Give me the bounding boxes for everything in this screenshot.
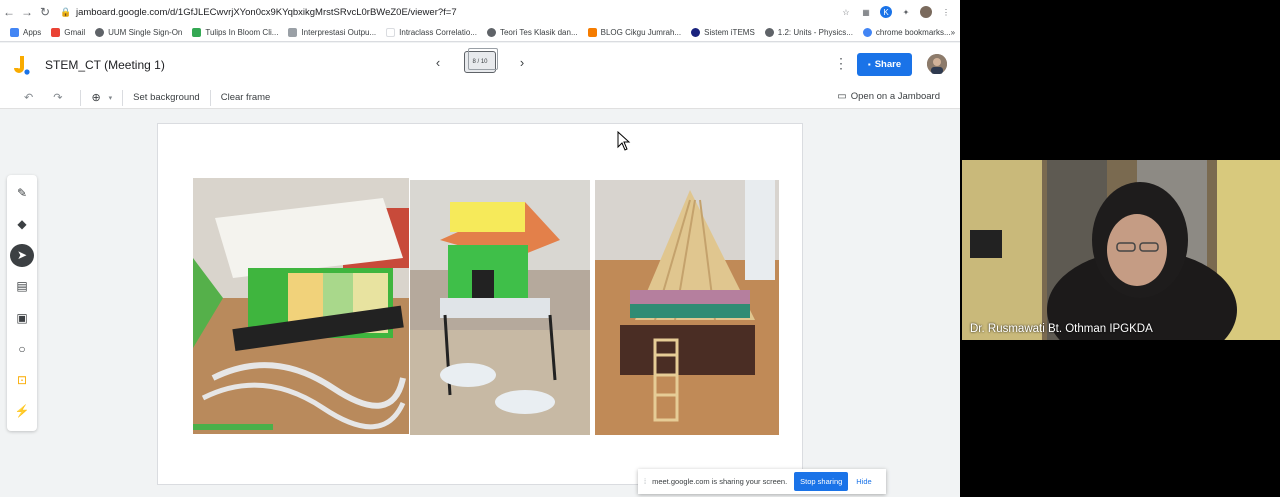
zoom-icon[interactable]: ⊕	[91, 91, 100, 104]
laser-icon[interactable]: ⚡	[10, 400, 34, 423]
jamboard-header: STEM_CT (Meeting 1) ‹ 8 / 10 › ⋮ ▪ Share	[0, 43, 960, 87]
toolbar-divider	[80, 89, 82, 106]
extension-grid-icon[interactable]: ▦	[860, 6, 872, 18]
image-icon[interactable]: ▣	[10, 306, 34, 329]
participant-video	[962, 160, 1280, 340]
stop-sharing-button[interactable]: Stop sharing	[794, 472, 849, 491]
profile-icon[interactable]	[920, 6, 932, 18]
tulips-icon	[192, 28, 202, 37]
extension-k-icon[interactable]: K	[880, 6, 892, 18]
url-text: jamboard.google.com/d/1GfJLECwvrjXYon0cx…	[76, 6, 457, 18]
bookmark-apps[interactable]: Apps	[10, 28, 41, 37]
share-button[interactable]: ▪ Share	[857, 53, 912, 76]
bookmark-blog[interactable]: BLOG Cikgu Jumrah...	[587, 28, 681, 37]
frame-counter: 8 / 10	[472, 59, 488, 65]
participant-video-tile[interactable]: Dr. Rusmawati Bt. Othman IPGKDA	[962, 160, 1280, 340]
eraser-icon[interactable]: ◆	[10, 212, 34, 235]
more-options-icon[interactable]: ⋮	[834, 55, 848, 72]
text-box-icon[interactable]: ⊡	[10, 369, 34, 392]
photo-house-model-2[interactable]	[410, 180, 590, 435]
undo-icon[interactable]: ↶	[24, 91, 33, 104]
bookmark-items[interactable]: Sistem iTEMS	[691, 28, 755, 37]
bookmark-chrome[interactable]: chrome bookmarks...	[862, 28, 951, 37]
clear-frame-button[interactable]: Clear frame	[221, 92, 271, 103]
cast-screen-icon: ▭	[837, 91, 847, 102]
lock-icon: 🔒	[60, 7, 72, 17]
gmail-icon	[51, 28, 61, 37]
document-title[interactable]: STEM_CT (Meeting 1)	[45, 58, 165, 72]
forward-icon[interactable]: →	[18, 5, 36, 19]
open-on-jamboard-button[interactable]: ▭ Open on a Jamboard	[837, 91, 940, 102]
speaker-name-label: Dr. Rusmawati Bt. Othman IPGKDA	[970, 323, 1153, 335]
bookmark-tulips[interactable]: Tulips In Bloom Cli...	[192, 28, 278, 37]
items-icon	[691, 28, 701, 37]
url-field[interactable]: 🔒 jamboard.google.com/d/1GfJLECwvrjXYon0…	[60, 3, 840, 21]
bookmark-intraclass[interactable]: Intraclass Correlatio...	[386, 28, 477, 37]
sharing-message: meet.google.com is sharing your screen.	[652, 477, 788, 486]
bookmark-units[interactable]: 1.2: Units - Physics...	[764, 28, 853, 37]
jamboard-toolbar: ↶ ↷ ⊕ ▾ Set background Clear frame ▭ Ope…	[0, 87, 960, 109]
photo-house-model-3[interactable]	[595, 180, 779, 435]
sticky-note-icon[interactable]: ▤	[10, 275, 34, 298]
bookmark-teori[interactable]: Teori Tes Klasik dan...	[486, 28, 578, 37]
blogger-icon	[587, 28, 597, 37]
globe-icon	[95, 28, 105, 37]
account-avatar[interactable]	[927, 54, 947, 74]
previous-frame-icon[interactable]: ‹	[430, 55, 446, 70]
photo-house-model-1[interactable]	[193, 178, 409, 434]
zoom-dropdown-icon[interactable]: ▾	[109, 94, 113, 102]
frame-thumbnail[interactable]: 8 / 10	[464, 48, 498, 73]
browser-menu-icon[interactable]: ⋮	[940, 6, 952, 18]
star-icon[interactable]: ☆	[840, 6, 852, 18]
bookmark-uum[interactable]: UUM Single Sign-On	[95, 28, 182, 37]
apps-grid-icon	[10, 28, 19, 37]
jamboard-logo-icon[interactable]	[14, 54, 30, 76]
drag-handle-icon[interactable]: ⁞	[644, 477, 646, 486]
browser-address-bar: ← → ↻ 🔒 jamboard.google.com/d/1GfJLECwvr…	[0, 0, 960, 24]
bookmark-gmail[interactable]: Gmail	[51, 28, 85, 37]
blank-page-icon	[386, 28, 396, 37]
redo-icon[interactable]: ↷	[53, 91, 62, 104]
screen-sharing-bar: ⁞ meet.google.com is sharing your screen…	[638, 469, 886, 494]
share-people-icon: ▪	[867, 60, 871, 69]
shared-screen: ← → ↻ 🔒 jamboard.google.com/d/1GfJLECwvr…	[0, 0, 960, 497]
toolbar-divider	[209, 89, 211, 106]
page-icon	[288, 28, 298, 37]
reload-icon[interactable]: ↻	[36, 5, 54, 19]
back-icon[interactable]: ←	[0, 5, 18, 19]
hide-button[interactable]: Hide	[856, 477, 871, 486]
puzzle-icon[interactable]: ✦	[900, 6, 912, 18]
select-arrow-icon[interactable]: ➤	[10, 243, 34, 267]
pen-icon[interactable]: ✎	[10, 181, 34, 204]
globe-icon	[486, 28, 496, 37]
next-frame-icon[interactable]: ›	[514, 55, 530, 70]
bookmarks-overflow[interactable]: »	[951, 28, 955, 37]
circle-shape-icon[interactable]: ○	[10, 337, 34, 360]
jamboard-canvas[interactable]	[157, 123, 803, 485]
toolbar-divider	[122, 89, 124, 106]
set-background-button[interactable]: Set background	[133, 92, 200, 103]
bookmark-interprestasi[interactable]: Interprestasi Outpu...	[288, 28, 376, 37]
tool-palette: ✎ ◆ ➤ ▤ ▣ ○ ⊡ ⚡	[7, 175, 37, 431]
frame-navigator: ‹ 8 / 10 ›	[430, 48, 530, 73]
gear-icon	[764, 28, 774, 37]
google-icon	[862, 28, 872, 37]
bookmarks-bar: Apps Gmail UUM Single Sign-On Tulips In …	[0, 24, 960, 42]
mouse-cursor-icon	[617, 131, 631, 151]
